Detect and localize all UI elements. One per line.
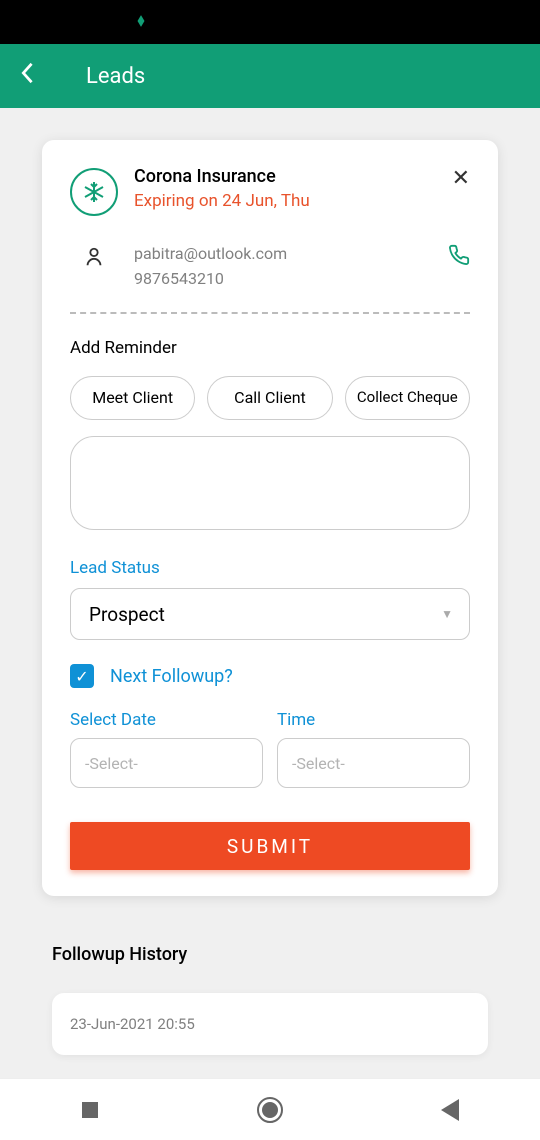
chevron-down-icon: ▼: [441, 607, 453, 621]
header-bar: Leads: [0, 44, 540, 108]
add-reminder-label: Add Reminder: [70, 338, 470, 358]
back-icon[interactable]: [20, 62, 34, 90]
recent-apps-button[interactable]: [77, 1097, 103, 1123]
time-label: Time: [277, 710, 470, 730]
next-followup-checkbox[interactable]: ✓: [70, 664, 94, 688]
next-followup-label: Next Followup?: [110, 666, 233, 687]
android-nav-bar: [0, 1078, 540, 1140]
call-client-button[interactable]: Call Client: [207, 376, 332, 420]
lead-status-select[interactable]: Prospect ▼: [70, 588, 470, 640]
date-placeholder: -Select-: [85, 754, 138, 773]
status-bar: [0, 0, 540, 44]
back-button[interactable]: [437, 1097, 463, 1123]
contact-email: pabitra@outlook.com: [134, 244, 432, 263]
lead-card: Corona Insurance Expiring on 24 Jun, Thu…: [42, 140, 498, 896]
lead-type-icon: [70, 168, 118, 216]
meet-client-button[interactable]: Meet Client: [70, 376, 195, 420]
divider: [70, 312, 470, 314]
lead-status-label: Lead Status: [70, 558, 470, 578]
select-date-label: Select Date: [70, 710, 263, 730]
person-icon: [70, 246, 118, 268]
date-input[interactable]: -Select-: [70, 738, 263, 788]
time-placeholder: -Select-: [292, 754, 345, 773]
lead-status-value: Prospect: [89, 603, 165, 626]
home-button[interactable]: [257, 1097, 283, 1123]
history-item[interactable]: 23-Jun-2021 20:55: [52, 993, 488, 1055]
page-title: Leads: [86, 64, 145, 89]
history-timestamp: 23-Jun-2021 20:55: [70, 1015, 470, 1033]
lead-expiry: Expiring on 24 Jun, Thu: [134, 191, 436, 211]
time-input[interactable]: -Select-: [277, 738, 470, 788]
app-icon: [134, 13, 148, 32]
collect-cheque-button[interactable]: Collect Cheque: [345, 376, 470, 420]
contact-phone: 9876543210: [134, 269, 432, 288]
phone-icon[interactable]: [448, 244, 470, 270]
submit-button[interactable]: SUBMIT: [70, 822, 470, 870]
history-title: Followup History: [52, 944, 488, 965]
close-icon[interactable]: ✕: [452, 166, 470, 191]
lead-title: Corona Insurance: [134, 166, 436, 187]
notes-input[interactable]: [70, 436, 470, 530]
